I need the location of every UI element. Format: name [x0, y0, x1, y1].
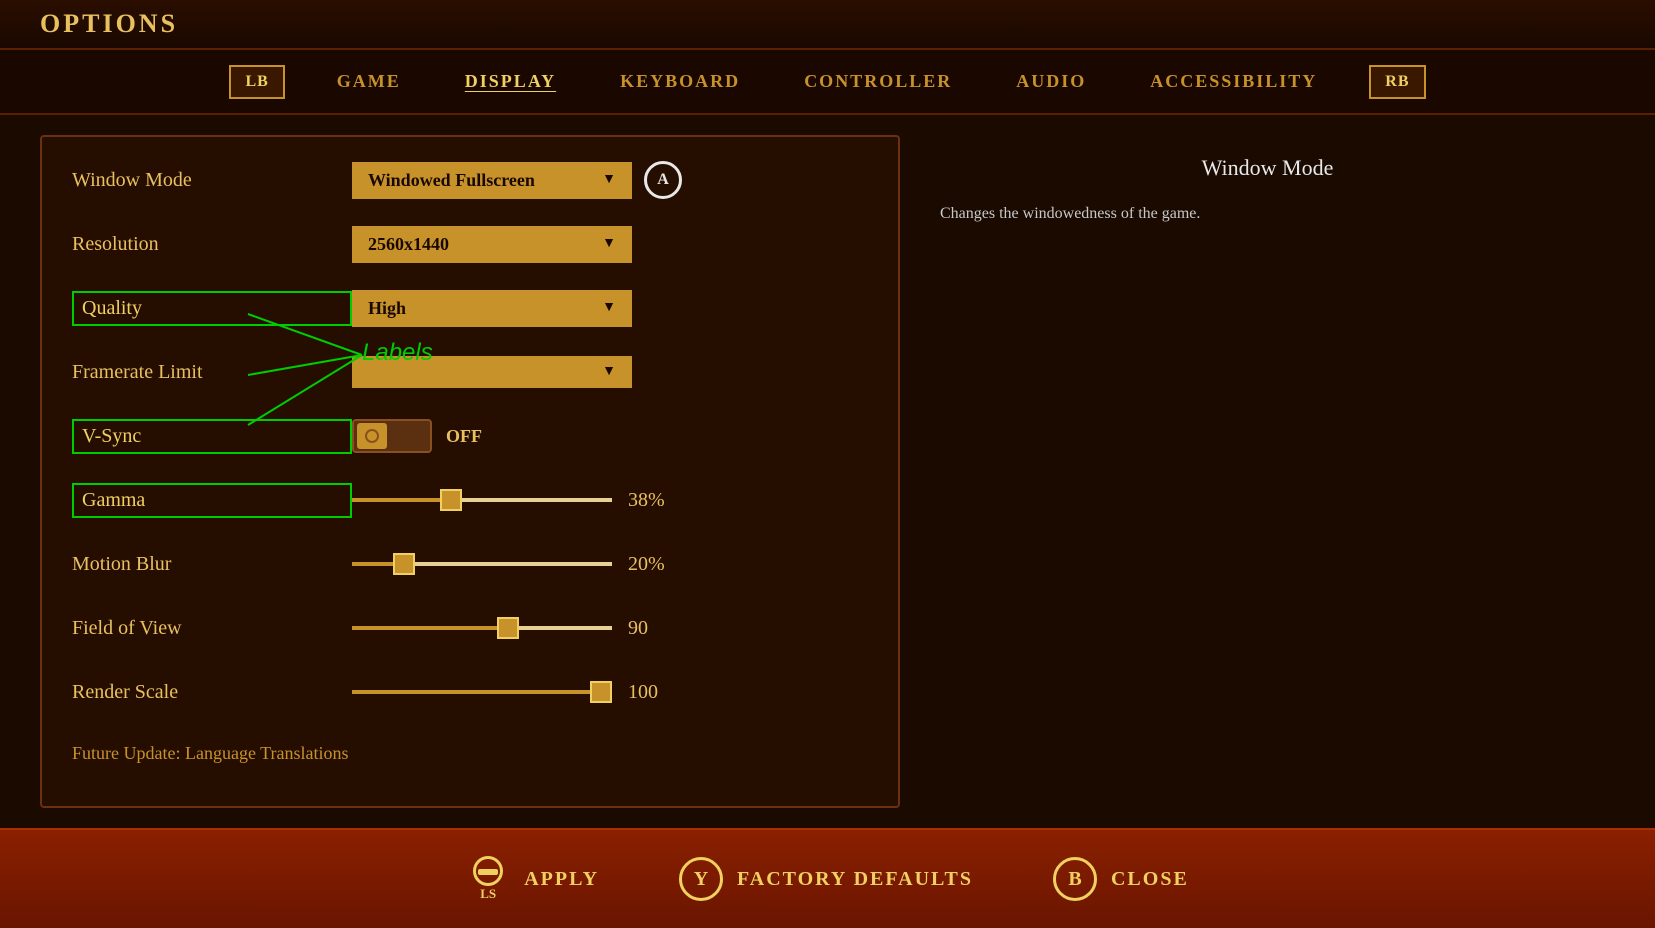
resolution-control: 2560x1440 ▼ [352, 226, 868, 263]
resolution-value: 2560x1440 [368, 234, 449, 255]
tab-controller[interactable]: CONTROLLER [792, 63, 964, 100]
main-content: Window Mode Windowed Fullscreen ▼ A Reso… [0, 115, 1655, 828]
page-title: OPTIONS [40, 9, 178, 39]
framerate-control: ▼ [352, 356, 868, 388]
gamma-track[interactable] [352, 498, 612, 502]
factory-defaults-action[interactable]: Y FACTORY DEFAULTS [679, 857, 973, 901]
motion-blur-label: Motion Blur [72, 553, 352, 576]
vsync-control: OFF [352, 419, 868, 453]
gamma-thumb[interactable] [440, 489, 462, 511]
gamma-fill [352, 498, 451, 502]
tab-display[interactable]: DISPLAY [453, 63, 568, 100]
render-scale-control: 100 [352, 681, 868, 704]
nav-bar: LB GAME DISPLAY KEYBOARD CONTROLLER AUDI… [0, 50, 1655, 115]
gamma-value: 38% [628, 489, 678, 512]
framerate-label: Framerate Limit [72, 361, 352, 384]
info-description: Changes the windowedness of the game. [940, 201, 1595, 227]
framerate-dropdown[interactable]: ▼ [352, 356, 632, 388]
dropdown-arrow: ▼ [602, 172, 616, 188]
close-action[interactable]: B CLOSE [1053, 857, 1189, 901]
render-scale-row: Render Scale 100 [72, 669, 868, 715]
top-bar: OPTIONS [0, 0, 1655, 50]
framerate-arrow: ▼ [602, 364, 616, 380]
motion-blur-control: 20% [352, 553, 868, 576]
tab-audio[interactable]: AUDIO [1004, 63, 1098, 100]
factory-defaults-label: FACTORY DEFAULTS [737, 868, 973, 891]
bottom-bar: LS APPLY Y FACTORY DEFAULTS B CLOSE [0, 828, 1655, 928]
window-mode-label: Window Mode [72, 169, 352, 192]
gamma-control: 38% [352, 489, 868, 512]
fov-fill [352, 626, 508, 630]
resolution-arrow: ▼ [602, 236, 616, 252]
fov-thumb[interactable] [497, 617, 519, 639]
a-button[interactable]: A [644, 161, 682, 199]
render-scale-value: 100 [628, 681, 678, 704]
fov-track[interactable] [352, 626, 612, 630]
render-scale-fill [352, 690, 612, 694]
resolution-label: Resolution [72, 233, 352, 256]
fov-label: Field of View [72, 617, 352, 640]
render-scale-track[interactable] [352, 690, 612, 694]
vsync-toggle-container: OFF [352, 419, 482, 453]
tab-accessibility[interactable]: ACCESSIBILITY [1138, 63, 1329, 100]
resolution-dropdown[interactable]: 2560x1440 ▼ [352, 226, 632, 263]
render-scale-slider-container: 100 [352, 681, 868, 704]
framerate-row: Framerate Limit ▼ [72, 349, 868, 395]
gamma-row: Gamma 38% [72, 477, 868, 523]
motion-blur-track[interactable] [352, 562, 612, 566]
window-mode-dropdown[interactable]: Windowed Fullscreen ▼ [352, 162, 632, 199]
apply-action[interactable]: LS APPLY [466, 857, 599, 901]
stick-base [478, 869, 498, 875]
fov-slider-container: 90 [352, 617, 868, 640]
fov-row: Field of View 90 [72, 605, 868, 651]
settings-panel: Window Mode Windowed Fullscreen ▼ A Reso… [40, 135, 900, 808]
vsync-label: V-Sync [72, 419, 352, 454]
toggle-knob [357, 423, 387, 449]
fov-value: 90 [628, 617, 678, 640]
y-button[interactable]: Y [679, 857, 723, 901]
window-mode-control: Windowed Fullscreen ▼ A [352, 161, 868, 199]
gamma-label: Gamma [72, 483, 352, 518]
quality-arrow: ▼ [602, 300, 616, 316]
apply-label: APPLY [524, 868, 599, 891]
quality-dropdown[interactable]: High ▼ [352, 290, 632, 327]
quality-label: Quality [72, 291, 352, 326]
info-title: Window Mode [940, 155, 1595, 181]
render-scale-label: Render Scale [72, 681, 352, 704]
vsync-row: V-Sync OFF [72, 413, 868, 459]
quality-row: Quality High ▼ [72, 285, 868, 331]
resolution-row: Resolution 2560x1440 ▼ [72, 221, 868, 267]
bumper-right[interactable]: RB [1369, 65, 1425, 99]
render-scale-thumb[interactable] [590, 681, 612, 703]
toggle-inner [365, 429, 379, 443]
close-label: CLOSE [1111, 868, 1189, 891]
motion-blur-row: Motion Blur 20% [72, 541, 868, 587]
window-mode-value: Windowed Fullscreen [368, 170, 535, 191]
window-mode-row: Window Mode Windowed Fullscreen ▼ A [72, 157, 868, 203]
motion-blur-slider-container: 20% [352, 553, 868, 576]
quality-value: High [368, 298, 406, 319]
motion-blur-thumb[interactable] [393, 553, 415, 575]
b-button[interactable]: B [1053, 857, 1097, 901]
stick-icon [473, 856, 503, 886]
vsync-toggle[interactable] [352, 419, 432, 453]
tab-keyboard[interactable]: KEYBOARD [608, 63, 752, 100]
ls-icon: LS [466, 857, 510, 901]
future-update: Future Update: Language Translations [72, 743, 868, 764]
bumper-left[interactable]: LB [229, 65, 284, 99]
gamma-slider-container: 38% [352, 489, 868, 512]
fov-control: 90 [352, 617, 868, 640]
vsync-state: OFF [446, 426, 482, 447]
motion-blur-value: 20% [628, 553, 678, 576]
tab-game[interactable]: GAME [325, 63, 413, 100]
quality-control: High ▼ [352, 290, 868, 327]
info-panel: Window Mode Changes the windowedness of … [920, 135, 1615, 808]
